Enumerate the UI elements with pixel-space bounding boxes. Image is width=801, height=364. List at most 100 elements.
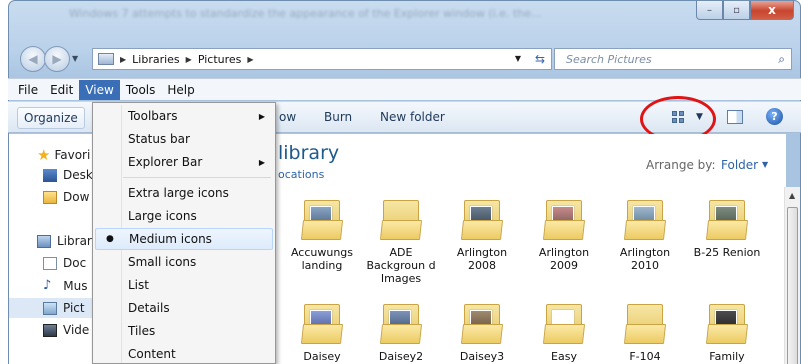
library-title: library [278,142,340,164]
library-locations-link[interactable]: ocations [278,168,324,181]
submenu-arrow-icon: ▶ [258,111,265,121]
menu-item-status-bar[interactable]: Status bar [95,128,273,150]
minimize-button[interactable]: – [696,1,723,20]
navigation-pane: ★ Favori Desk Dow Librar Doc ♪ Mus Pict Vi… [9,134,97,364]
menu-item-content[interactable]: Content [95,343,273,364]
menu-item-label: Content [128,347,176,361]
folder-item[interactable]: Arlington 2009 [524,200,604,272]
folder-item[interactable]: Arlington 2010 [605,200,685,272]
nav-libraries[interactable]: Librar [37,234,92,248]
folder-item[interactable]: Easy [524,304,604,363]
vertical-scrollbar[interactable]: ▲ [784,187,800,364]
address-bar[interactable]: ▶ Libraries ▶ Pictures ▶ ▼ ⇆ [92,48,552,70]
nav-documents-label: Doc [63,256,87,270]
nav-favorites[interactable]: ★ Favori [37,146,90,164]
burn-button[interactable]: Burn [324,110,352,124]
downloads-folder-icon [43,190,57,204]
menu-item-label: Medium icons [129,232,212,246]
menu-item-small-icons[interactable]: Small icons [95,251,273,273]
arrange-by-dropdown[interactable]: Folder [721,158,758,172]
folder-item[interactable]: Daisey3 [442,304,522,363]
desktop-icon [43,168,57,182]
nav-libraries-label: Librar [57,234,92,248]
menu-item-label: Tiles [128,324,156,338]
search-input[interactable]: Search Pictures ⌕ [554,48,792,70]
breadcrumb-pictures[interactable]: Pictures [198,53,242,66]
nav-documents[interactable]: Doc [43,256,86,270]
nav-downloads[interactable]: Dow [43,190,89,204]
folder-item[interactable]: Family [687,304,767,363]
menu-item-label: Extra large icons [128,186,229,200]
organize-button[interactable]: Organize [17,107,85,129]
menu-file[interactable]: File [12,80,44,100]
folder-icon [460,304,504,344]
chevron-down-icon[interactable]: ▼ [762,160,768,169]
menu-item-details[interactable]: Details [95,297,273,319]
maximize-button[interactable]: ▫ [723,1,750,20]
nav-music[interactable]: ♪ Mus [43,278,88,293]
search-icon[interactable]: ⌕ [778,52,785,67]
folder-name: Daisey2 [378,350,424,363]
arrow-right-icon: ▶ [52,52,62,66]
menu-item-medium-icons[interactable]: ● Medium icons [95,228,273,250]
navigation-row: ◀ ▶ ▼ ▶ Libraries ▶ Pictures ▶ ▼ ⇆ Searc… [8,45,801,73]
folder-item[interactable]: ADE Backgroun d Images [361,200,441,285]
menu-edit[interactable]: Edit [44,80,79,100]
caption-buttons: – ▫ x [696,1,794,20]
folder-name: Accuwungs landing [290,246,354,272]
preview-pane-button[interactable] [727,110,743,124]
chevron-right-icon[interactable]: ▶ [186,55,192,64]
help-button[interactable]: ? [766,108,783,125]
menu-item-label: Explorer Bar [128,155,203,169]
pictures-icon [43,301,57,315]
nav-desktop[interactable]: Desk [43,168,93,182]
refresh-icon[interactable]: ⇆ [535,52,545,66]
nav-desktop-label: Desk [63,168,93,182]
scroll-up-arrow-icon[interactable]: ▲ [789,191,795,200]
folder-item[interactable]: Daisey [282,304,362,363]
folder-icon [379,304,423,344]
folder-name: Arlington 2010 [619,246,671,272]
recent-pages-dropdown[interactable]: ▼ [72,54,78,63]
folder-name: Daisey [303,350,341,363]
folder-name: F-104 [629,350,661,363]
star-icon: ★ [37,146,51,164]
menu-item-extra-large-icons[interactable]: Extra large icons [95,182,273,204]
folder-item[interactable]: F-104 [605,304,685,363]
back-button[interactable]: ◀ [20,46,46,72]
menu-item-list[interactable]: List [95,274,273,296]
scroll-thumb[interactable] [787,207,798,364]
radio-bullet-icon: ● [106,234,114,244]
menu-item-toolbars[interactable]: Toolbars ▶ [95,105,273,127]
new-folder-button[interactable]: New folder [380,110,445,124]
close-button[interactable]: x [750,1,794,20]
menu-view[interactable]: View [79,79,120,100]
folder-item[interactable]: B-25 Renion [687,200,767,259]
chevron-right-icon[interactable]: ▶ [120,55,126,64]
menu-tools[interactable]: Tools [120,80,162,100]
nav-videos[interactable]: Vide [43,323,89,337]
breadcrumb-libraries[interactable]: Libraries [132,53,180,66]
folder-item[interactable]: Arlington 2008 [442,200,522,272]
menu-item-large-icons[interactable]: Large icons [95,205,273,227]
address-dropdown-icon[interactable]: ▼ [515,54,521,63]
menu-item-explorer-bar[interactable]: Explorer Bar ▶ [95,151,273,173]
folder-item[interactable]: Daisey2 [361,304,441,363]
videos-icon [43,323,57,337]
folder-icon [705,304,749,344]
nav-pictures[interactable]: Pict [9,298,97,318]
forward-button[interactable]: ▶ [44,46,70,72]
menu-item-tiles[interactable]: Tiles [95,320,273,342]
search-placeholder: Search Pictures [566,53,652,66]
menu-help[interactable]: Help [161,80,200,100]
folder-icon [460,200,504,240]
blurred-caption-text: Windows 7 attempts to standardize the ap… [69,7,542,20]
nav-downloads-label: Dow [63,190,90,204]
nav-music-label: Mus [63,278,88,293]
folder-icon [705,200,749,240]
nav-pictures-label: Pict [63,301,85,315]
chevron-right-icon[interactable]: ▶ [247,55,253,64]
slideshow-button[interactable]: ow [279,110,296,124]
folder-item[interactable]: Accuwungs landing [282,200,362,272]
folder-name: Arlington 2009 [538,246,590,272]
